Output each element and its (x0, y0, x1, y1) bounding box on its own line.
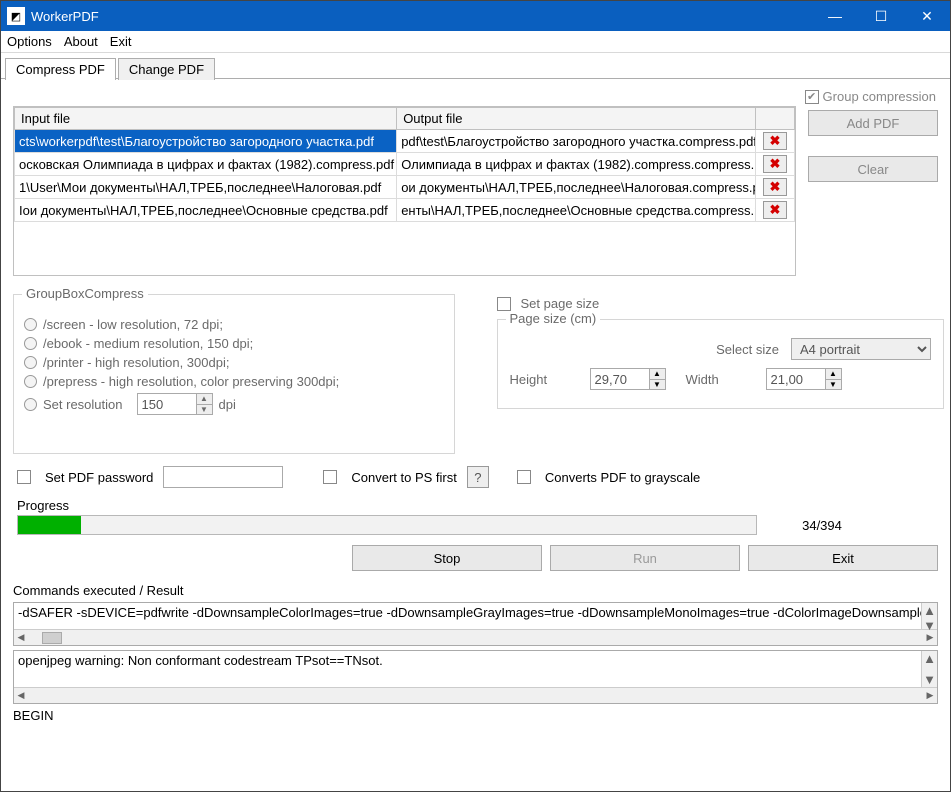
radio-printer[interactable] (24, 356, 37, 369)
convert-ps-label: Convert to PS first (351, 470, 456, 485)
menu-options[interactable]: Options (7, 34, 52, 49)
radio-ebook-label: /ebook - medium resolution, 150 dpi; (43, 336, 253, 351)
page-size-select[interactable]: A4 portrait (791, 338, 931, 360)
col-output[interactable]: Output file (397, 108, 756, 130)
height-label: Height (510, 372, 570, 387)
page-size-legend: Page size (cm) (506, 311, 601, 326)
radio-screen-label: /screen - low resolution, 72 dpi; (43, 317, 223, 332)
grayscale-checkbox[interactable] (517, 470, 531, 484)
app-window: ◩ WorkerPDF — ☐ ✕ Options About Exit Com… (0, 0, 951, 792)
menubar: Options About Exit (1, 31, 950, 53)
radio-ebook[interactable] (24, 337, 37, 350)
radio-screen[interactable] (24, 318, 37, 331)
set-password-checkbox[interactable] (17, 470, 31, 484)
cell-input: 1\User\Мои документы\НАЛ,ТРЕБ,последнее\… (15, 176, 397, 199)
titlebar: ◩ WorkerPDF — ☐ ✕ (1, 1, 950, 31)
progress-label: Progress (7, 492, 944, 515)
radio-setres[interactable] (24, 398, 37, 411)
exit-button[interactable]: Exit (748, 545, 938, 571)
compress-legend: GroupBoxCompress (22, 286, 148, 301)
cell-input: Іои документы\НАЛ,ТРЕБ,последнее\Основны… (15, 199, 397, 222)
close-button[interactable]: ✕ (904, 1, 950, 31)
stop-button[interactable]: Stop (352, 545, 542, 571)
delete-row-button[interactable]: ✖ (763, 201, 787, 219)
table-row[interactable]: cts\workerpdf\test\Благоустройство загор… (15, 130, 795, 153)
select-size-label: Select size (510, 342, 780, 357)
result-text: openjpeg warning: Non conformant codestr… (14, 651, 937, 687)
tab-bar: Compress PDF Change PDF (1, 53, 950, 79)
app-icon: ◩ (7, 7, 25, 25)
delete-row-button[interactable]: ✖ (763, 132, 787, 150)
cell-input: cts\workerpdf\test\Благоустройство загор… (15, 130, 397, 153)
run-button[interactable]: Run (550, 545, 740, 571)
scrollbar-vertical-icon[interactable]: ▲▼ (921, 603, 937, 629)
delete-row-button[interactable]: ✖ (763, 155, 787, 173)
progress-bar (17, 515, 757, 535)
cell-output: ои документы\НАЛ,ТРЕБ,последнее\Налогова… (397, 176, 756, 199)
menu-exit[interactable]: Exit (110, 34, 132, 49)
table-row[interactable]: осковская Олимпиада в цифрах и фактах (1… (15, 153, 795, 176)
progress-text: 34/394 (777, 518, 867, 533)
status-bar: BEGIN (7, 706, 944, 727)
dpi-input[interactable] (138, 394, 196, 414)
height-input[interactable] (591, 369, 649, 389)
scrollbar-horizontal-icon[interactable]: ◀▶ (14, 687, 937, 703)
commands-textbox[interactable]: -dSAFER -sDEVICE=pdfwrite -dDownsampleCo… (13, 602, 938, 646)
table-row[interactable]: Іои документы\НАЛ,ТРЕБ,последнее\Основны… (15, 199, 795, 222)
password-input[interactable] (163, 466, 283, 488)
width-label: Width (686, 372, 746, 387)
window-title: WorkerPDF (31, 9, 812, 24)
convert-ps-help-button[interactable]: ? (467, 466, 489, 488)
cell-output: pdf\test\Благоустройство загородного уча… (397, 130, 756, 153)
group-compression-label: Group compression (823, 89, 936, 104)
result-textbox[interactable]: openjpeg warning: Non conformant codestr… (13, 650, 938, 704)
table-row[interactable]: 1\User\Мои документы\НАЛ,ТРЕБ,последнее\… (15, 176, 795, 199)
file-table[interactable]: Input file Output file cts\workerpdf\tes… (13, 106, 796, 276)
radio-setres-label: Set resolution (43, 397, 123, 412)
set-page-size-checkbox[interactable] (497, 297, 511, 311)
commands-label: Commands executed / Result (7, 579, 944, 600)
cell-input: осковская Олимпиада в цифрах и фактах (1… (15, 153, 397, 176)
tab-content: ✔ Group compression Input file Output fi… (1, 79, 950, 791)
menu-about[interactable]: About (64, 34, 98, 49)
tab-compress-pdf[interactable]: Compress PDF (5, 58, 116, 80)
set-password-label: Set PDF password (45, 470, 153, 485)
group-compression-checkbox[interactable]: ✔ (805, 90, 819, 104)
delete-row-button[interactable]: ✖ (763, 178, 787, 196)
tab-change-pdf[interactable]: Change PDF (118, 58, 215, 80)
convert-ps-checkbox[interactable] (323, 470, 337, 484)
width-input[interactable] (767, 369, 825, 389)
col-delete (755, 108, 794, 130)
grayscale-label: Converts PDF to grayscale (545, 470, 700, 485)
maximize-button[interactable]: ☐ (858, 1, 904, 31)
dpi-spinner[interactable]: ▲▼ (137, 393, 213, 415)
col-input[interactable]: Input file (15, 108, 397, 130)
page-size-group: Page size (cm) Select size A4 portrait H… (497, 319, 945, 409)
scrollbar-horizontal-icon[interactable]: ◀▶ (14, 629, 937, 645)
dpi-unit: dpi (219, 397, 236, 412)
radio-printer-label: /printer - high resolution, 300dpi; (43, 355, 229, 370)
height-spinner[interactable]: ▲▼ (590, 368, 666, 390)
commands-text: -dSAFER -sDEVICE=pdfwrite -dDownsampleCo… (14, 603, 937, 629)
width-spinner[interactable]: ▲▼ (766, 368, 842, 390)
cell-output: енты\НАЛ,ТРЕБ,последнее\Основные средств… (397, 199, 756, 222)
clear-button[interactable]: Clear (808, 156, 938, 182)
add-pdf-button[interactable]: Add PDF (808, 110, 938, 136)
cell-output: Олимпиада в цифрах и фактах (1982).compr… (397, 153, 756, 176)
compress-groupbox: GroupBoxCompress /screen - low resolutio… (13, 294, 455, 454)
minimize-button[interactable]: — (812, 1, 858, 31)
radio-prepress[interactable] (24, 375, 37, 388)
radio-prepress-label: /prepress - high resolution, color prese… (43, 374, 339, 389)
scrollbar-vertical-icon[interactable]: ▲▼ (921, 651, 937, 687)
set-page-size-label: Set page size (521, 296, 600, 311)
